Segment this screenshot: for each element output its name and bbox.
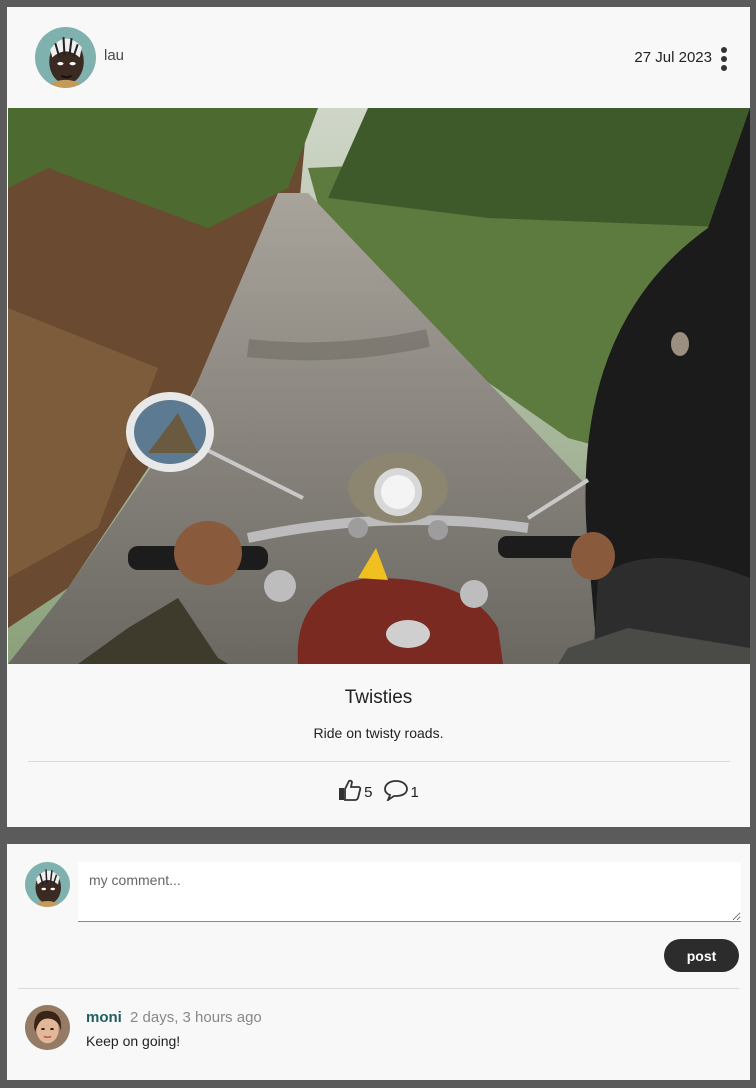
- post-photo: [8, 108, 750, 664]
- divider: [18, 988, 739, 989]
- author-avatar[interactable]: [35, 27, 96, 88]
- post-comment-button[interactable]: post: [664, 939, 739, 972]
- comment-text: Keep on going!: [86, 1033, 181, 1049]
- like-count: 5: [364, 784, 373, 801]
- comment-button[interactable]: 1: [383, 779, 419, 801]
- comment-count: 1: [410, 784, 419, 801]
- divider: [28, 761, 730, 762]
- comment-time: 2 days, 3 hours ago: [130, 1009, 262, 1026]
- author-name[interactable]: lau: [104, 47, 124, 64]
- kebab-menu-icon[interactable]: [720, 47, 728, 71]
- post-date: 27 Jul 2023: [634, 49, 712, 66]
- comment-author[interactable]: moni: [86, 1009, 122, 1026]
- comments-card: post moni 2 days, 3 hours ago Keep on go…: [7, 844, 750, 1080]
- post-title: Twisties: [344, 687, 413, 708]
- post-card: lau 27 Jul 2023 Twisties Ride on twisty …: [7, 7, 750, 827]
- current-user-avatar: [25, 862, 70, 907]
- post-stats: 5 1: [7, 779, 750, 801]
- post-description: Ride on twisty roads.: [313, 725, 444, 741]
- like-button[interactable]: 5: [338, 779, 373, 801]
- comment-input[interactable]: [78, 862, 741, 922]
- speech-bubble-icon: [383, 780, 408, 801]
- thumbs-up-icon: [339, 779, 362, 801]
- commenter-avatar[interactable]: [25, 1005, 70, 1050]
